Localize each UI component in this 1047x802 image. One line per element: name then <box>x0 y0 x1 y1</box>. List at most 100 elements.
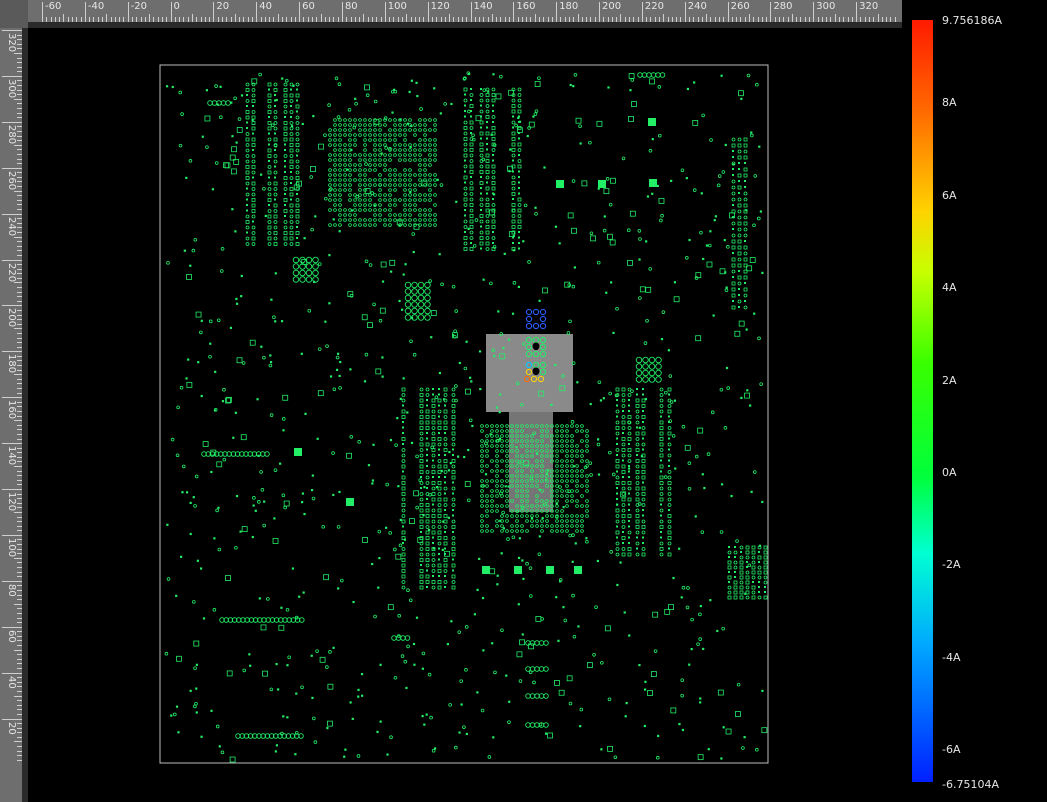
via <box>434 395 439 400</box>
bga-pad <box>485 499 489 503</box>
via <box>737 137 742 142</box>
via <box>283 181 288 186</box>
ic-pad <box>738 320 745 327</box>
smd-pad <box>284 116 286 118</box>
smd-pad <box>289 203 294 208</box>
bga-pad <box>388 168 392 172</box>
left-ruler[interactable]: 320 300 280 260 240 220 200 180 160 140 120 100 80 60… <box>0 28 22 802</box>
smd-pad <box>739 560 744 565</box>
bga-pad <box>373 148 377 152</box>
smd-pad <box>451 415 456 419</box>
smd-pad <box>517 197 522 202</box>
smd-pad <box>732 228 734 230</box>
smd-pad <box>452 514 454 517</box>
via <box>757 336 761 341</box>
via <box>295 115 300 120</box>
via <box>439 183 444 187</box>
bga-pad <box>545 519 549 523</box>
via <box>175 453 180 458</box>
ic-pad <box>464 481 471 488</box>
smd-pad <box>185 491 189 494</box>
bga-pad <box>388 198 392 202</box>
smd-pad <box>763 570 768 575</box>
bga-pad <box>333 188 337 192</box>
via <box>295 165 300 169</box>
smd-pad <box>486 148 488 151</box>
ic-pad <box>361 314 368 321</box>
bga-pad <box>540 524 544 528</box>
via <box>469 230 474 235</box>
header-pin <box>411 281 418 289</box>
via <box>627 530 632 535</box>
via <box>479 230 484 235</box>
via <box>451 536 456 540</box>
via <box>485 98 490 103</box>
smd-pad <box>426 448 428 451</box>
smd-pad <box>716 629 719 633</box>
smd-pad <box>641 459 646 463</box>
via <box>267 181 272 186</box>
via <box>401 459 406 463</box>
smd-pad <box>283 137 288 142</box>
smd-pad <box>480 187 482 189</box>
smd-pad <box>437 497 442 502</box>
smd-pad <box>732 204 734 206</box>
bga-pad <box>358 208 362 212</box>
smd-pad <box>493 354 496 358</box>
component-column <box>621 387 626 557</box>
smd-pad <box>402 542 404 544</box>
smd-pad <box>284 204 286 206</box>
thermal-pad <box>514 566 522 574</box>
via <box>528 566 533 570</box>
header-pin <box>655 369 662 377</box>
smd-pad <box>492 159 494 162</box>
bga-pad <box>408 128 412 132</box>
via <box>615 514 620 518</box>
smd-pad <box>419 404 424 408</box>
smd-pad <box>432 575 434 577</box>
via <box>680 693 684 698</box>
via <box>471 133 475 138</box>
ic-pad <box>379 307 386 314</box>
smd-pad <box>431 580 436 584</box>
smd-pad <box>491 181 496 185</box>
ic-pad <box>581 180 588 187</box>
ic-pad <box>627 259 633 266</box>
smd-pad <box>615 464 620 469</box>
via <box>437 442 442 447</box>
bga-pad <box>585 434 589 438</box>
smd-pad <box>732 276 734 278</box>
smd-pad <box>693 81 696 84</box>
top-ruler[interactable]: -60 -40 -20 0 20 40 60 80 100 120 140 160 180 200 220 2… <box>28 0 902 22</box>
via <box>627 426 632 430</box>
pcb-viewport[interactable] <box>28 28 902 802</box>
ic-pad <box>609 239 616 246</box>
via <box>267 104 272 109</box>
left-ruler-label: 120 <box>6 492 17 512</box>
ic-pad <box>260 624 267 631</box>
smd-pad <box>420 531 422 533</box>
smd-pad <box>200 735 203 738</box>
ic-pad <box>241 526 248 533</box>
smd-pad <box>744 162 746 164</box>
smd-pad <box>405 686 408 690</box>
smd-pad <box>379 720 382 723</box>
via <box>756 216 761 221</box>
top-ruler-major-tick <box>770 2 772 22</box>
smd-pad <box>659 464 664 469</box>
via <box>527 260 531 264</box>
smd-pad <box>463 236 468 240</box>
via <box>731 269 736 274</box>
via <box>311 496 316 501</box>
pcb-board-canvas[interactable] <box>28 28 902 802</box>
ic-pad <box>717 689 724 696</box>
smd-pad <box>616 492 618 495</box>
smd-pad <box>438 393 440 396</box>
smd-pad <box>511 203 516 207</box>
via <box>437 525 442 529</box>
smd-pad <box>401 308 404 311</box>
via <box>317 347 322 351</box>
ic-pad <box>413 490 420 497</box>
via <box>469 153 474 158</box>
bga-pad <box>495 459 499 463</box>
